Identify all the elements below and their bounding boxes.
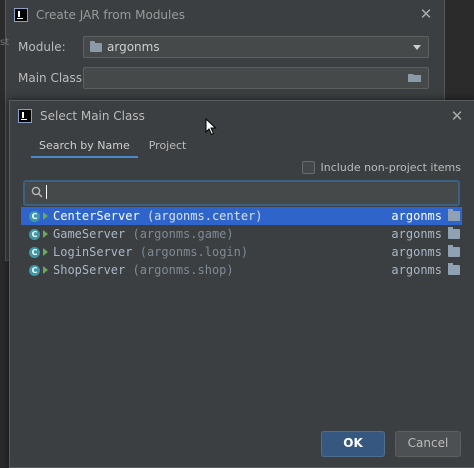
edge-text: st (0, 37, 10, 48)
search-tabs: Search by Name Project (31, 136, 197, 158)
class-name: CenterServer (argonms.center) (53, 209, 263, 223)
class-package: (argonms.center) (146, 209, 263, 223)
java-class-icon: C (29, 210, 40, 222)
class-name-text: GameServer (53, 227, 126, 241)
class-name: GameServer (argonms.game) (53, 227, 234, 241)
create-jar-title: Create JAR from Modules (36, 8, 186, 22)
module-folder-icon (448, 227, 460, 239)
class-search-input[interactable] (23, 180, 460, 206)
run-mark-icon (43, 248, 48, 256)
module-folder-icon (90, 40, 102, 52)
class-name: ShopServer (argonms.shop) (53, 263, 234, 277)
select-main-class-title: Select Main Class (40, 109, 145, 123)
ok-button[interactable]: OK (321, 431, 385, 457)
tab-search-by-name[interactable]: Search by Name (31, 136, 138, 158)
mouse-pointer-icon (205, 118, 217, 136)
class-package: (argonms.shop) (132, 263, 234, 277)
cancel-button[interactable]: Cancel (395, 431, 461, 457)
create-jar-titlebar[interactable]: Create JAR from Modules ✕ (6, 0, 444, 30)
list-item[interactable]: C LoginServer (argonms.login) argonms (21, 243, 462, 261)
select-main-class-dialog: Select Main Class ✕ Search by Name Proje… (9, 100, 474, 468)
text-cursor (46, 185, 47, 199)
java-class-icon: C (29, 246, 40, 258)
class-package: (argonms.game) (132, 227, 234, 241)
run-mark-icon (43, 212, 48, 220)
list-item[interactable]: C ShopServer (argonms.shop) argonms (21, 261, 462, 279)
module-label: Module: (18, 40, 66, 54)
include-non-project-toggle[interactable]: Include non-project items (301, 161, 461, 174)
select-main-class-titlebar[interactable]: Select Main Class ✕ (10, 101, 474, 131)
class-package: (argonms.login) (139, 245, 249, 259)
intellij-icon (18, 109, 32, 123)
list-item[interactable]: C CenterServer (argonms.center) argonms (21, 207, 462, 225)
class-name: LoginServer (argonms.login) (53, 245, 248, 259)
close-icon[interactable]: ✕ (418, 6, 434, 22)
close-icon[interactable]: ✕ (449, 108, 465, 124)
module-name: argonms (391, 227, 442, 241)
class-results-list: C CenterServer (argonms.center) argonms … (21, 207, 462, 279)
search-icon (31, 186, 43, 198)
module-name: argonms (391, 263, 442, 277)
class-name-text: LoginServer (53, 245, 133, 259)
module-folder-icon (448, 245, 460, 257)
main-class-label: Main Class: (18, 71, 87, 85)
chevron-down-icon (413, 45, 421, 50)
module-value: argonms (107, 40, 160, 54)
module-combobox[interactable]: argonms (83, 36, 429, 58)
module-name: argonms (391, 209, 442, 223)
run-mark-icon (43, 230, 48, 238)
java-class-icon: C (29, 228, 40, 240)
java-class-icon: C (29, 264, 40, 276)
browse-folder-icon[interactable] (408, 73, 422, 83)
class-name-text: ShopServer (53, 263, 126, 277)
module-folder-icon (448, 209, 460, 221)
module-folder-icon (448, 263, 460, 275)
intellij-icon (14, 8, 28, 22)
tab-project[interactable]: Project (141, 136, 195, 156)
module-name: argonms (391, 245, 442, 259)
run-mark-icon (43, 266, 48, 274)
main-class-field[interactable] (83, 67, 429, 89)
list-item[interactable]: C GameServer (argonms.game) argonms (21, 225, 462, 243)
include-non-project-checkbox[interactable] (301, 161, 315, 174)
include-non-project-label: Include non-project items (320, 161, 461, 174)
class-name-text: CenterServer (53, 209, 140, 223)
